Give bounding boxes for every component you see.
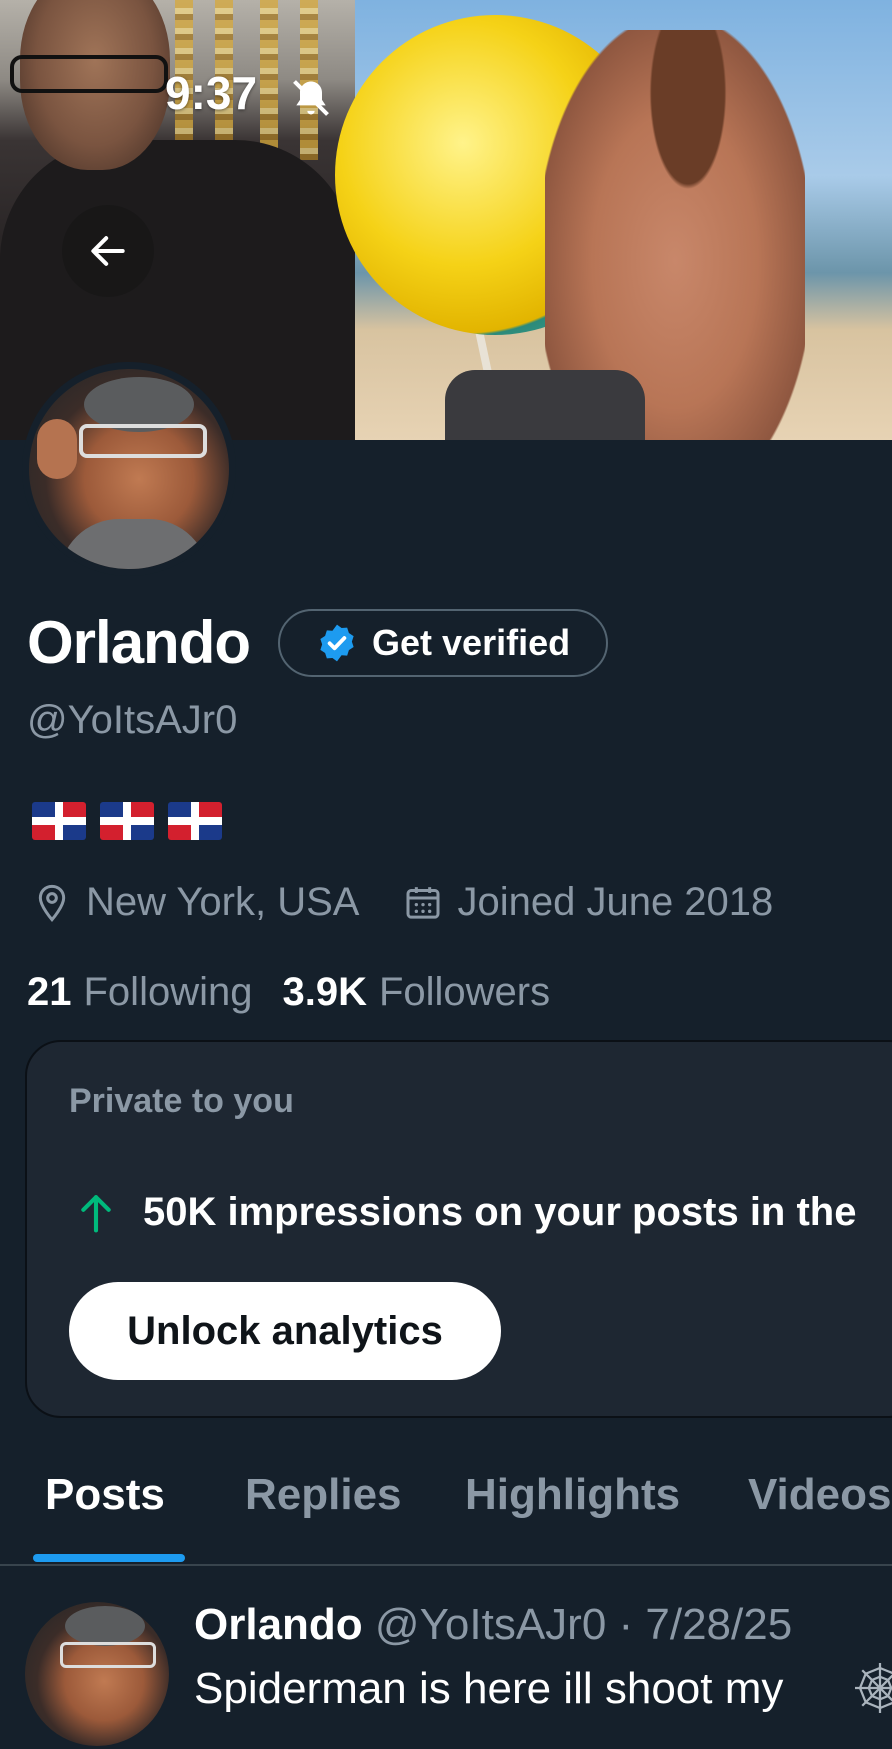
dominican-flag-icon [100, 802, 154, 840]
arrow-up-icon [81, 1194, 111, 1232]
tab-replies[interactable]: Replies [245, 1470, 402, 1520]
tab-posts[interactable]: Posts [45, 1470, 165, 1520]
verified-badge-icon [320, 624, 354, 661]
get-verified-label: Get verified [372, 621, 571, 663]
location-pin-icon [38, 884, 66, 922]
tab-highlights[interactable]: Highlights [465, 1470, 680, 1520]
back-button[interactable] [62, 205, 154, 297]
join-date-text: Joined June 2018 [457, 880, 774, 924]
impressions-summary: 50K impressions on your posts in the [77, 1190, 856, 1235]
private-card-label: Private to you [69, 1082, 294, 1120]
profile-tabs: Posts Replies Highlights Videos [0, 1470, 892, 1565]
calendar-icon [406, 886, 440, 919]
spider-web-icon [855, 1663, 892, 1713]
profile-avatar[interactable] [22, 362, 236, 576]
post-text: Spiderman is here ill shoot my [194, 1664, 784, 1713]
following-link[interactable]: 21 Following [27, 970, 252, 1015]
display-name: Orlando [27, 609, 251, 676]
status-bar-time: 9:37 [165, 67, 258, 119]
followers-count: 3.9K [282, 970, 367, 1014]
profile-handle: @YoItsAJr0 [27, 698, 238, 742]
post-header: Orlando @YoItsAJr0 · 7/28/25 [194, 1600, 792, 1650]
banner-photo-right [335, 0, 892, 440]
bio [32, 802, 222, 840]
dominican-flag-icon [32, 802, 86, 840]
post-author-name[interactable]: Orlando [194, 1600, 363, 1649]
tab-videos[interactable]: Videos [748, 1470, 891, 1520]
arrow-left-icon [91, 236, 125, 266]
following-label: Following [83, 970, 253, 1014]
post-handle-date: @YoItsAJr0 · 7/28/25 [374, 1600, 793, 1649]
bell-muted-icon [293, 80, 329, 116]
post-item[interactable]: Orlando @YoItsAJr0 · 7/28/25 Spiderman i… [0, 1566, 892, 1749]
get-verified-button[interactable]: Get verified [278, 608, 609, 677]
following-count: 21 [27, 970, 72, 1014]
private-analytics-card: Private to you 50K impressions on your p… [25, 1040, 892, 1418]
active-tab-indicator [33, 1554, 185, 1562]
followers-label: Followers [378, 970, 551, 1014]
join-date: Joined June 2018 [403, 880, 773, 925]
location-text: New York, USA [86, 880, 360, 924]
dominican-flag-icon [168, 802, 222, 840]
impressions-text: 50K impressions on your posts in the [143, 1190, 857, 1234]
followers-link[interactable]: 3.9K Followers [282, 970, 550, 1015]
post-author-avatar[interactable] [25, 1602, 169, 1746]
location: New York, USA [32, 880, 359, 925]
unlock-analytics-button[interactable]: Unlock analytics [69, 1282, 501, 1380]
